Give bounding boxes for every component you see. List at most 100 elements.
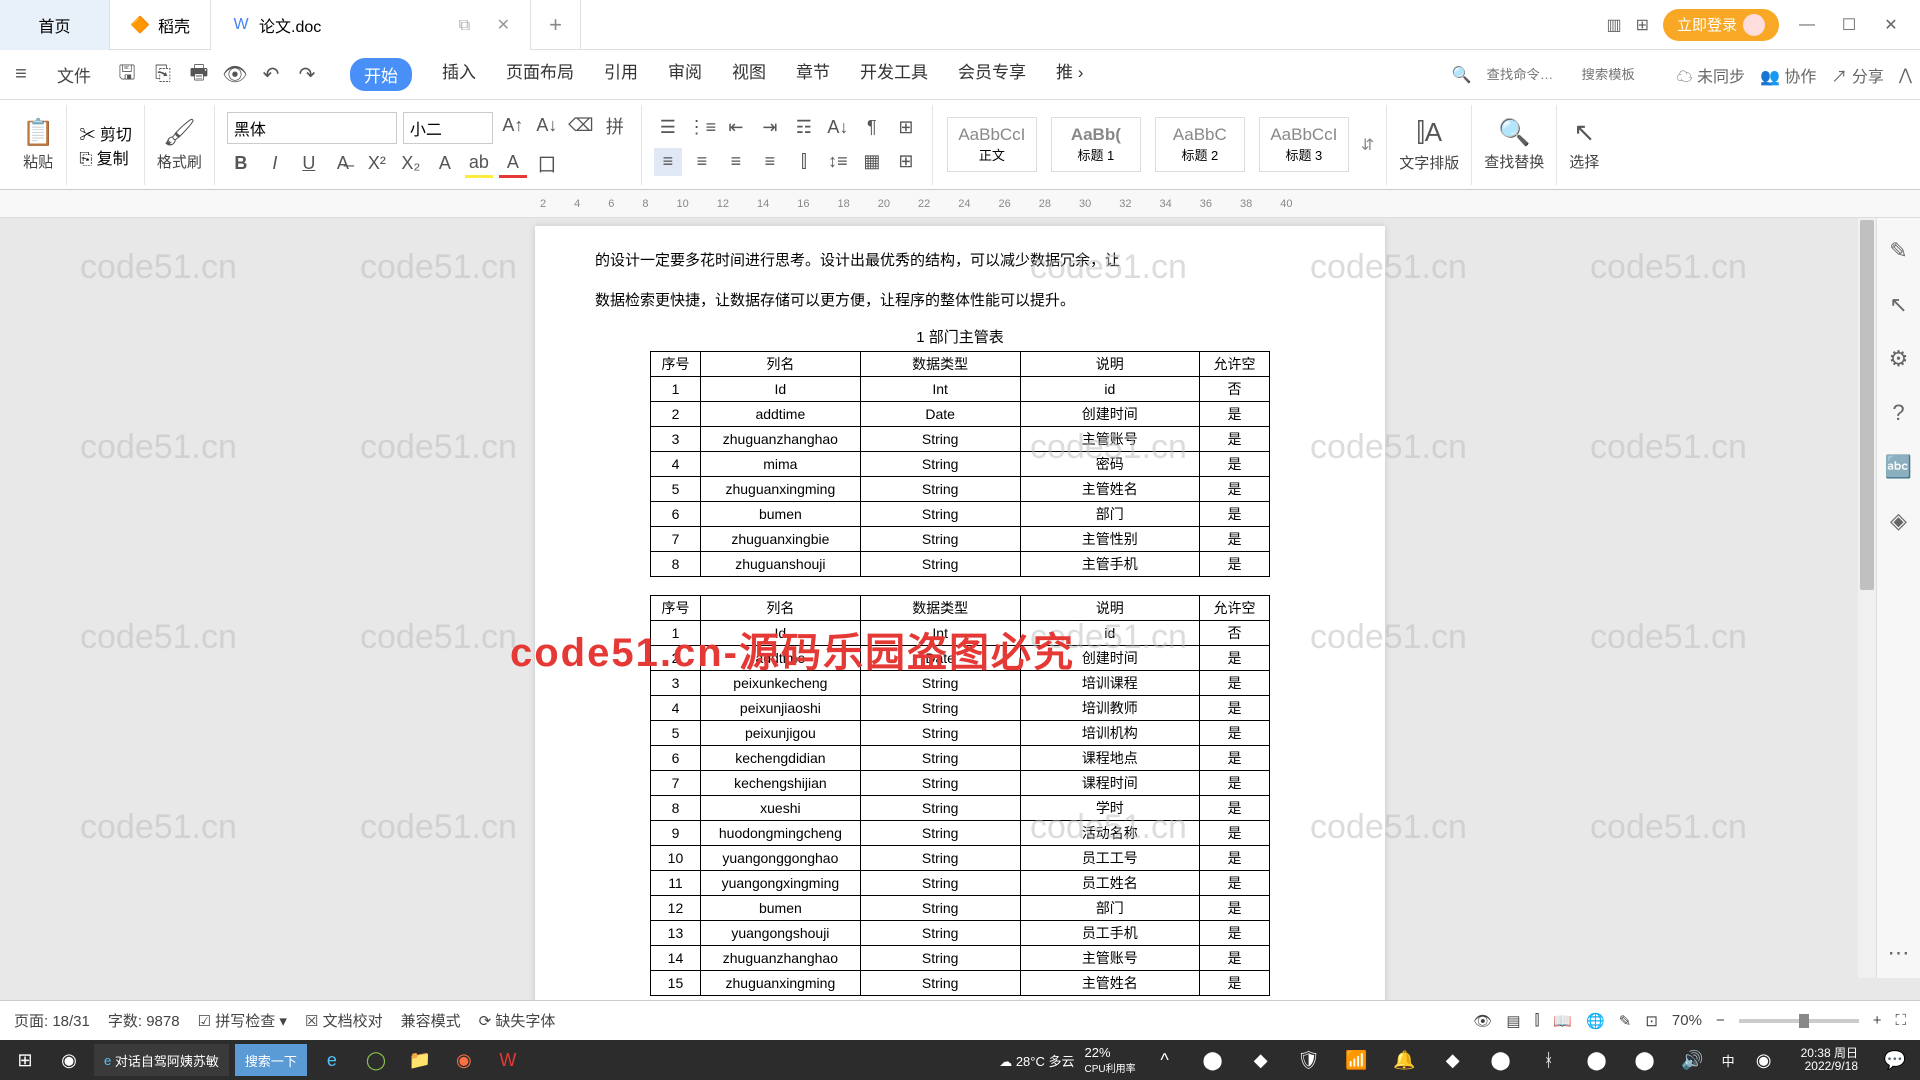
clear-format-icon[interactable]: ⌫	[567, 112, 595, 140]
tray-icon[interactable]: ⬤	[1194, 1045, 1232, 1075]
tab-new[interactable]: +	[531, 0, 581, 50]
menu-ref[interactable]: 引用	[604, 58, 638, 91]
volume-icon[interactable]: 🔊	[1674, 1045, 1712, 1075]
edit-icon[interactable]: ✎	[1619, 1012, 1632, 1030]
close-button[interactable]: ✕	[1877, 15, 1905, 35]
notifications-icon[interactable]: 💬	[1876, 1045, 1914, 1075]
styles-more-icon[interactable]: ⇵	[1361, 135, 1374, 155]
distribute-icon[interactable]: ⫿	[790, 148, 818, 176]
edge-icon[interactable]: e	[313, 1045, 351, 1075]
view-page-icon[interactable]: ▤	[1506, 1012, 1520, 1030]
subscript-button[interactable]: X₂	[397, 150, 425, 178]
pen-icon[interactable]: ✎	[1889, 238, 1907, 264]
menu-start[interactable]: 开始	[350, 58, 412, 91]
tray-icon[interactable]: ◆	[1434, 1045, 1472, 1075]
fullscreen-icon[interactable]: ⛶	[1895, 1012, 1906, 1029]
menu-review[interactable]: 审阅	[668, 58, 702, 91]
borders-icon[interactable]: ⊞	[892, 148, 920, 176]
font-size-select[interactable]	[403, 112, 493, 144]
menu-vip[interactable]: 会员专享	[958, 58, 1026, 91]
compat-mode[interactable]: 兼容模式	[401, 1010, 461, 1031]
zoom-in-button[interactable]: +	[1873, 1012, 1882, 1029]
bold-button[interactable]: B	[227, 150, 255, 178]
style-body[interactable]: AaBbCcI正文	[947, 117, 1037, 172]
tab-home[interactable]: 首页	[0, 0, 110, 50]
style-h2[interactable]: AaBbC标题 2	[1155, 117, 1245, 172]
undo-icon[interactable]: ↶	[258, 62, 284, 88]
decrease-indent-icon[interactable]: ⇤	[722, 114, 750, 142]
explorer-icon[interactable]: 📁	[401, 1045, 439, 1075]
view-web-icon[interactable]: 🌐	[1586, 1012, 1605, 1030]
align-left-icon[interactable]: ≡	[654, 148, 682, 176]
zoom-out-button[interactable]: −	[1716, 1012, 1725, 1029]
search-template-input[interactable]	[1582, 67, 1662, 82]
preview-icon[interactable]: 👁	[222, 62, 248, 88]
proofread-button[interactable]: ☒ 文档校对	[305, 1010, 383, 1031]
ime-indicator[interactable]: 中	[1722, 1051, 1735, 1070]
find-replace-icon[interactable]: 🔍	[1498, 117, 1530, 148]
scroll-thumb[interactable]	[1860, 220, 1874, 590]
unsync-status[interactable]: ☁ 未同步	[1677, 63, 1745, 87]
cpu-widget[interactable]: 22%CPU利用率	[1084, 1045, 1135, 1075]
format-painter-icon[interactable]: 🖌	[163, 117, 196, 148]
tray-icon[interactable]: ⬤	[1578, 1045, 1616, 1075]
apps-icon[interactable]: ⊞	[1636, 15, 1649, 35]
saveas-icon[interactable]: ⎘	[150, 62, 176, 88]
bluetooth-icon[interactable]: ᚼ	[1530, 1045, 1568, 1075]
tray-icon[interactable]: 🛡	[1290, 1045, 1328, 1075]
numbering-icon[interactable]: ⋮≡	[688, 114, 716, 142]
align-center-icon[interactable]: ≡	[688, 148, 716, 176]
grid-icon[interactable]: ▥	[1606, 15, 1621, 35]
tab-window-icon[interactable]: ⧉	[459, 17, 470, 34]
italic-button[interactable]: I	[261, 150, 289, 178]
align-justify-icon[interactable]: ≡	[756, 148, 784, 176]
taskbar-search[interactable]: 搜索一下	[235, 1044, 307, 1076]
weather-widget[interactable]: ☁ 28°C 多云	[999, 1051, 1074, 1070]
para-border-icon[interactable]: ⊞	[892, 114, 920, 142]
increase-font-icon[interactable]: A↑	[499, 112, 527, 140]
settings-icon[interactable]: ⚙	[1889, 346, 1909, 372]
print-icon[interactable]: 🖶	[186, 62, 212, 88]
translate-icon[interactable]: 🔤	[1885, 454, 1912, 480]
more-icon[interactable]: ⋀	[1899, 65, 1912, 85]
style-h1[interactable]: AaBb(标题 1	[1051, 117, 1141, 172]
login-button[interactable]: 立即登录	[1663, 9, 1779, 41]
cursor-icon[interactable]: ↖	[1889, 292, 1907, 318]
menu-icon[interactable]: ≡	[8, 62, 34, 88]
tab-document[interactable]: W 论文.doc ⧉ ✕	[211, 0, 531, 50]
browser-icon[interactable]: ◯	[357, 1045, 395, 1075]
menu-view[interactable]: 视图	[732, 58, 766, 91]
missing-font[interactable]: ⟳ 缺失字体	[479, 1010, 556, 1031]
copilot-icon[interactable]: ◉	[50, 1045, 88, 1075]
increase-indent-icon[interactable]: ⇥	[756, 114, 784, 142]
cut-button[interactable]: ✂ 剪切	[79, 127, 131, 144]
zoom-value[interactable]: 70%	[1672, 1012, 1702, 1029]
menu-recommend[interactable]: 推 ›	[1056, 58, 1083, 91]
zoom-box-icon[interactable]: ⊡	[1645, 1012, 1658, 1030]
menu-insert[interactable]: 插入	[442, 58, 476, 91]
tab-docshell[interactable]: 🔶 稻壳	[110, 0, 211, 50]
superscript-button[interactable]: X²	[363, 150, 391, 178]
menu-layout[interactable]: 页面布局	[506, 58, 574, 91]
font-color-icon[interactable]: A	[499, 150, 527, 178]
font-select[interactable]	[227, 112, 397, 144]
app-icon[interactable]: ◉	[445, 1045, 483, 1075]
sort-icon[interactable]: A↓	[824, 114, 852, 142]
tray-icon[interactable]: ◆	[1242, 1045, 1280, 1075]
asian-layout-icon[interactable]: ☶	[790, 114, 818, 142]
decrease-font-icon[interactable]: A↓	[533, 112, 561, 140]
search-command-input[interactable]	[1487, 67, 1567, 82]
zoom-slider[interactable]	[1739, 1019, 1859, 1023]
scrollbar[interactable]	[1858, 218, 1876, 978]
spellcheck-button[interactable]: ☑ 拼写检查 ▾	[198, 1010, 287, 1031]
help-icon[interactable]: ?	[1892, 400, 1904, 426]
view-read-icon[interactable]: 📖	[1553, 1012, 1572, 1030]
char-border-icon[interactable]: 囗	[533, 150, 561, 178]
bullets-icon[interactable]: ☰	[654, 114, 682, 142]
maximize-button[interactable]: ☐	[1835, 15, 1863, 35]
close-icon[interactable]: ✕	[497, 17, 510, 34]
phonetic-icon[interactable]: 拼	[601, 112, 629, 140]
collab-button[interactable]: 👥 协作	[1760, 63, 1816, 87]
text-layout-icon[interactable]: ⫿A	[1416, 117, 1442, 149]
underline-button[interactable]: U	[295, 150, 323, 178]
